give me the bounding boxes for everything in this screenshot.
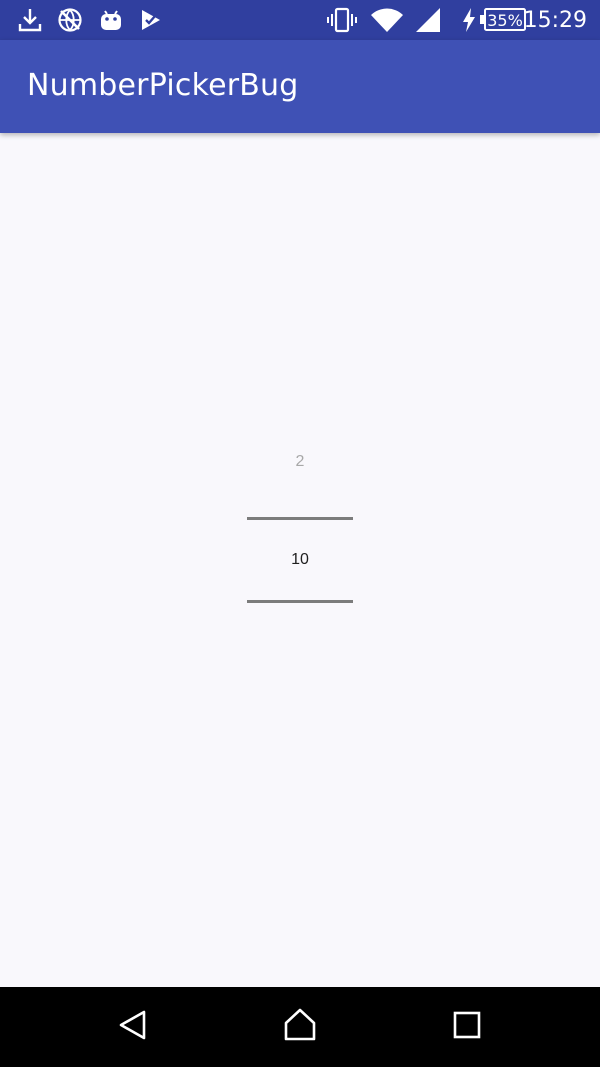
main-content: 2 10 xyxy=(0,133,600,987)
android-icon xyxy=(99,6,123,34)
charging-icon xyxy=(461,6,477,34)
navigation-bar xyxy=(0,987,600,1067)
picker-previous-value[interactable]: 2 xyxy=(247,453,353,471)
picker-current-value[interactable]: 10 xyxy=(247,551,353,569)
recents-icon xyxy=(453,1011,481,1044)
vibrate-icon xyxy=(326,6,358,34)
home-button[interactable] xyxy=(260,987,340,1067)
back-icon xyxy=(117,1009,149,1046)
download-icon xyxy=(17,6,43,34)
back-button[interactable] xyxy=(93,987,173,1067)
status-time: 15:29 xyxy=(523,8,587,33)
status-bar: 35% 15:29 xyxy=(0,0,600,40)
picker-top-divider xyxy=(247,517,353,520)
cell-signal-icon xyxy=(414,6,442,34)
recents-button[interactable] xyxy=(427,987,507,1067)
wifi-icon xyxy=(370,6,404,34)
app-title: NumberPickerBug xyxy=(27,68,299,103)
battery-icon: 35% xyxy=(479,6,527,34)
battery-percent: 35% xyxy=(487,11,523,30)
picker-bottom-divider xyxy=(247,600,353,603)
no-globe-icon xyxy=(57,6,83,34)
app-bar: NumberPickerBug xyxy=(0,40,600,133)
check-app-icon xyxy=(139,6,163,34)
home-icon xyxy=(283,1008,317,1047)
number-picker[interactable]: 2 10 xyxy=(247,423,353,623)
